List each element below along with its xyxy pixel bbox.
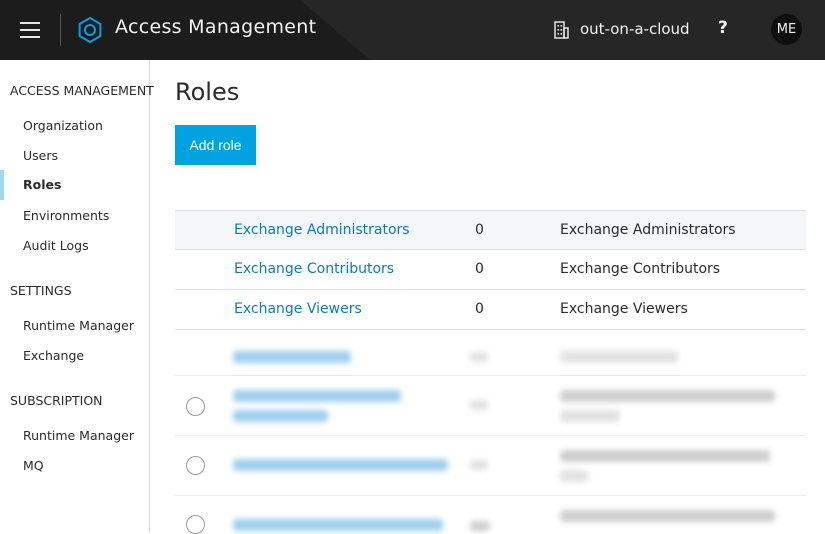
redacted-text [233, 351, 351, 363]
sidebar-item-exchange[interactable]: Exchange [23, 348, 84, 363]
sidebar-item-mq[interactable]: MQ [23, 458, 44, 473]
sidebar-item-runtime-manager[interactable]: Runtime Manager [23, 318, 134, 333]
redacted-table-row [175, 376, 806, 436]
redacted-text [560, 450, 770, 462]
redacted-text [560, 351, 678, 363]
sidebar-item-audit-logs[interactable]: Audit Logs [23, 238, 89, 253]
redacted-text [470, 352, 488, 362]
table-row: Exchange Administrators 0 Exchange Admin… [175, 210, 806, 250]
redacted-text [233, 410, 328, 422]
redacted-text [560, 390, 775, 402]
sidebar-item-organization[interactable]: Organization [23, 118, 103, 133]
redacted-text [560, 410, 620, 422]
app-title: Access Management [115, 16, 317, 38]
role-description: Exchange Administrators [560, 222, 736, 238]
role-name-link[interactable]: Exchange Viewers [234, 301, 362, 317]
role-name-link[interactable]: Exchange Administrators [234, 222, 410, 238]
role-select-radio[interactable] [186, 397, 205, 416]
role-select-radio[interactable] [186, 515, 205, 534]
sidebar-item-subscription-runtime-manager[interactable]: Runtime Manager [23, 428, 134, 443]
redacted-text [233, 459, 448, 471]
redacted-text [470, 460, 488, 470]
roles-table: Exchange Administrators 0 Exchange Admin… [175, 210, 806, 330]
add-role-button[interactable]: Add role [175, 125, 256, 165]
role-select-radio[interactable] [186, 456, 205, 475]
help-button[interactable]: ? [718, 18, 728, 38]
role-user-count: 0 [475, 261, 484, 277]
redacted-text [470, 521, 490, 531]
header-divider [60, 14, 61, 46]
hamburger-menu-icon[interactable] [20, 21, 42, 39]
building-icon [554, 21, 569, 39]
redacted-text [560, 510, 775, 522]
sidebar-section-subscription: SUBSCRIPTION [10, 393, 103, 408]
redacted-text [233, 519, 443, 531]
role-description: Exchange Viewers [560, 301, 688, 317]
top-header: Access Management out-on-a-cloud ? ME [0, 0, 825, 60]
sidebar-section-access-management: ACCESS MANAGEMENT [10, 83, 154, 98]
sidebar-item-users[interactable]: Users [23, 148, 58, 163]
gear-hexagon-icon [78, 16, 102, 44]
table-row: Exchange Viewers 0 Exchange Viewers [175, 290, 806, 330]
sidebar-item-roles[interactable]: Roles [23, 177, 61, 192]
org-switcher[interactable]: out-on-a-cloud [580, 20, 690, 38]
active-nav-indicator [0, 170, 4, 200]
role-user-count: 0 [475, 222, 484, 238]
redacted-text [470, 400, 488, 410]
sidebar-item-environments[interactable]: Environments [23, 208, 109, 223]
sidebar-section-settings: SETTINGS [10, 283, 72, 298]
user-avatar[interactable]: ME [771, 14, 802, 45]
table-row: Exchange Contributors 0 Exchange Contrib… [175, 250, 806, 290]
sidebar: ACCESS MANAGEMENT Organization Users Rol… [0, 60, 154, 531]
redacted-text [560, 470, 588, 482]
role-name-link[interactable]: Exchange Contributors [234, 261, 394, 277]
redacted-text [233, 390, 401, 402]
role-user-count: 0 [475, 301, 484, 317]
role-description: Exchange Contributors [560, 261, 721, 277]
page-title: Roles [175, 78, 240, 106]
